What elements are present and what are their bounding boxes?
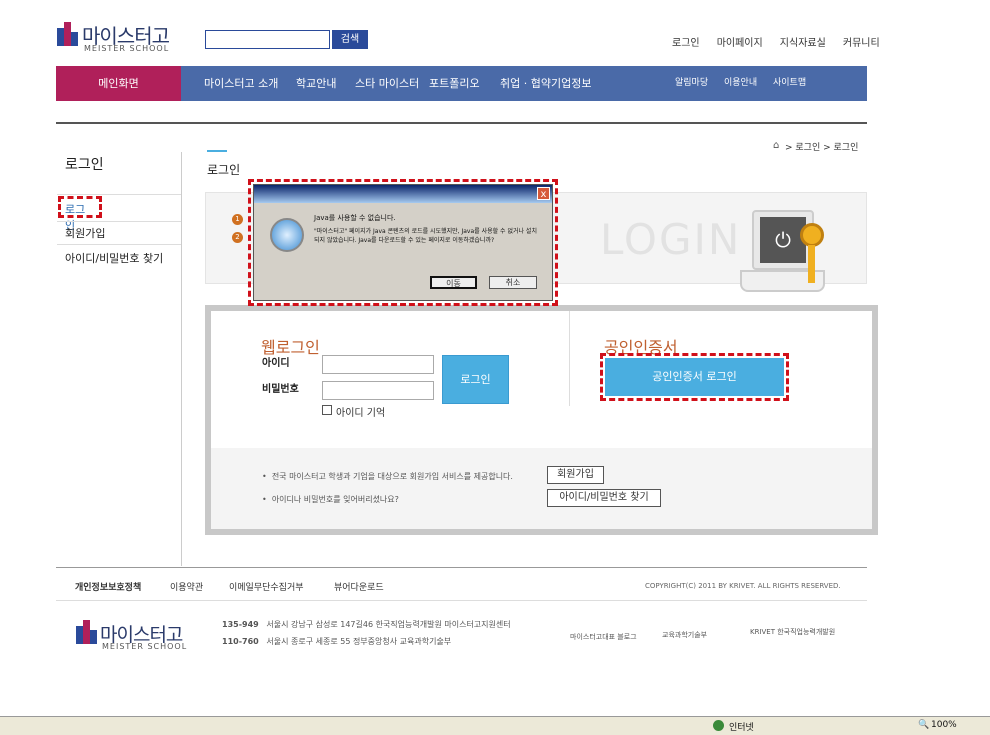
info-row-find-text: 아이디나 비밀번호를 잊어버리셨나요? — [271, 495, 399, 504]
footer-line — [56, 600, 867, 601]
logo-icon — [57, 22, 79, 46]
password-input[interactable] — [322, 381, 434, 400]
sidebar-item-find[interactable]: 아이디/비밀번호 찾기 — [65, 250, 163, 266]
footer-logo-subtitle: MEISTER SCHOOL — [102, 642, 188, 651]
page-title: 로그인 — [207, 163, 241, 177]
nav-item-sitemap[interactable]: 사이트맵 — [773, 66, 806, 101]
nav-item-school[interactable]: 학교안내 — [296, 66, 336, 101]
footer-address-1: 135-949 서울시 강남구 삼성로 147길46 한국직업능력개발원 마이스… — [222, 619, 511, 630]
sidebar-line — [57, 221, 181, 222]
banner-step-2-icon: 2 — [232, 232, 243, 243]
footer-link-terms[interactable]: 이용약관 — [170, 580, 203, 593]
content-divider — [56, 122, 867, 124]
home-icon[interactable]: ⌂ — [773, 140, 779, 151]
dialog-message-body: "마이스터고" 페이지가 Java 콘텐츠의 로드를 시도했지만, Java를 … — [314, 228, 537, 244]
login-button[interactable]: 로그인 — [442, 355, 509, 404]
id-input[interactable] — [322, 355, 434, 374]
footer-address-1-text: 서울시 강남구 삼성로 147길46 한국직업능력개발원 마이스터고지원센터 — [266, 620, 511, 629]
footer-logo-icon — [76, 620, 98, 644]
footer-top-line — [56, 567, 867, 568]
sidebar-line — [57, 194, 181, 195]
dialog-message-title: Java를 사용할 수 없습니다. — [314, 214, 396, 222]
search-button[interactable]: 검색 — [332, 30, 368, 49]
nav-item-jobs[interactable]: 취업 · 협약기업정보 — [500, 66, 591, 101]
remember-id-checkbox[interactable] — [322, 405, 332, 415]
footer-zip-1: 135-949 — [222, 620, 259, 629]
sidebar-title: 로그인 — [65, 157, 104, 173]
footer-address-2: 110-760 서울시 종로구 세종로 55 정부중앙청사 교육과학기술부 — [222, 636, 451, 647]
sidebar-line — [57, 244, 181, 245]
nav-item-notice[interactable]: 알림마당 — [675, 66, 708, 101]
sidebar-item-join[interactable]: 회원가입 — [65, 225, 105, 241]
dialog-cancel-button[interactable]: 취소 — [489, 276, 537, 289]
info-row-find: • 아이디나 비밀번호를 잊어버리셨나요? — [262, 495, 399, 504]
globe-icon — [713, 720, 724, 731]
login-separator — [569, 311, 570, 406]
search-input[interactable] — [205, 30, 330, 49]
top-links: 로그인 마이페이지 지식자료실 커뮤니티 — [660, 31, 880, 50]
info-row-join: • 전국 마이스터고 학생과 기업을 대상으로 회원가입 서비스를 제공합니다. — [262, 472, 513, 481]
title-accent — [207, 150, 227, 152]
banner-step-1-icon: 1 — [232, 214, 243, 225]
footer-partner-blog[interactable]: 마이스터고대표 블로그 — [570, 632, 637, 642]
find-account-button[interactable]: 아이디/비밀번호 찾기 — [547, 489, 661, 507]
footer-link-viewer[interactable]: 뷰어다운로드 — [334, 580, 384, 593]
zoom-icon[interactable]: 🔍 — [918, 720, 929, 730]
footer-partner-krivet[interactable]: KRIVET 한국직업능력개발원 — [750, 627, 835, 637]
nav-item-guide[interactable]: 이용안내 — [724, 66, 757, 101]
logo-subtitle: MEISTER SCHOOL — [84, 44, 170, 53]
footer-partner-ministry[interactable]: 교육과학기술부 — [662, 630, 707, 640]
sidebar-item-login[interactable]: 로그인 — [58, 196, 102, 232]
page: 마이스터고 MEISTER SCHOOL 검색 로그인 마이페이지 지식자료실 … — [0, 0, 990, 735]
nav-item-portfolio[interactable]: 포트폴리오 — [429, 66, 480, 101]
breadcrumb: > 로그인 > 로그인 — [785, 143, 859, 153]
sidebar-vline — [181, 152, 182, 566]
cert-login-button[interactable]: 공인인증서 로그인 — [605, 358, 784, 396]
nav-item-star[interactable]: 스타 마이스터 — [355, 66, 419, 101]
top-link-library[interactable]: 지식자료실 — [780, 38, 826, 49]
top-link-login[interactable]: 로그인 — [672, 38, 700, 49]
nav-item-intro[interactable]: 마이스터고 소개 — [204, 66, 278, 101]
join-button[interactable]: 회원가입 — [547, 466, 604, 484]
id-label: 아이디 — [262, 358, 290, 369]
laptop-icon: ⏻ — [740, 205, 865, 297]
top-link-mypage[interactable]: 마이페이지 — [717, 38, 763, 49]
footer-copyright: COPYRIGHT(C) 2011 BY KRIVET. ALL RIGHTS … — [645, 582, 841, 590]
security-zone: 인터넷 — [729, 723, 754, 733]
info-row-join-text: 전국 마이스터고 학생과 기업을 대상으로 회원가입 서비스를 제공합니다. — [271, 472, 513, 481]
dialog-ok-button[interactable]: 이동 — [430, 276, 477, 289]
dialog-titlebar[interactable] — [254, 185, 552, 203]
safari-compass-icon — [270, 218, 304, 252]
banner-text: LOGIN — [600, 215, 742, 264]
nav-home[interactable]: 메인화면 — [56, 66, 181, 101]
pw-label: 비밀번호 — [262, 384, 299, 395]
dialog-close-button[interactable]: x — [537, 187, 550, 200]
browser-status-bar — [0, 716, 990, 735]
footer-zip-2: 110-760 — [222, 637, 259, 646]
zoom-level[interactable]: 100% — [931, 720, 957, 730]
login-info-area — [211, 448, 872, 529]
top-link-community[interactable]: 커뮤니티 — [843, 38, 880, 49]
remember-id-label: 아이디 기억 — [336, 408, 386, 419]
breadcrumb-text: 로그인 > 로그인 — [795, 143, 859, 153]
footer-link-privacy[interactable]: 개인정보보호정책 — [75, 580, 141, 593]
footer-link-email[interactable]: 이메일무단수집거부 — [229, 580, 304, 593]
footer-address-2-text: 서울시 종로구 세종로 55 정부중앙청사 교육과학기술부 — [266, 637, 452, 646]
